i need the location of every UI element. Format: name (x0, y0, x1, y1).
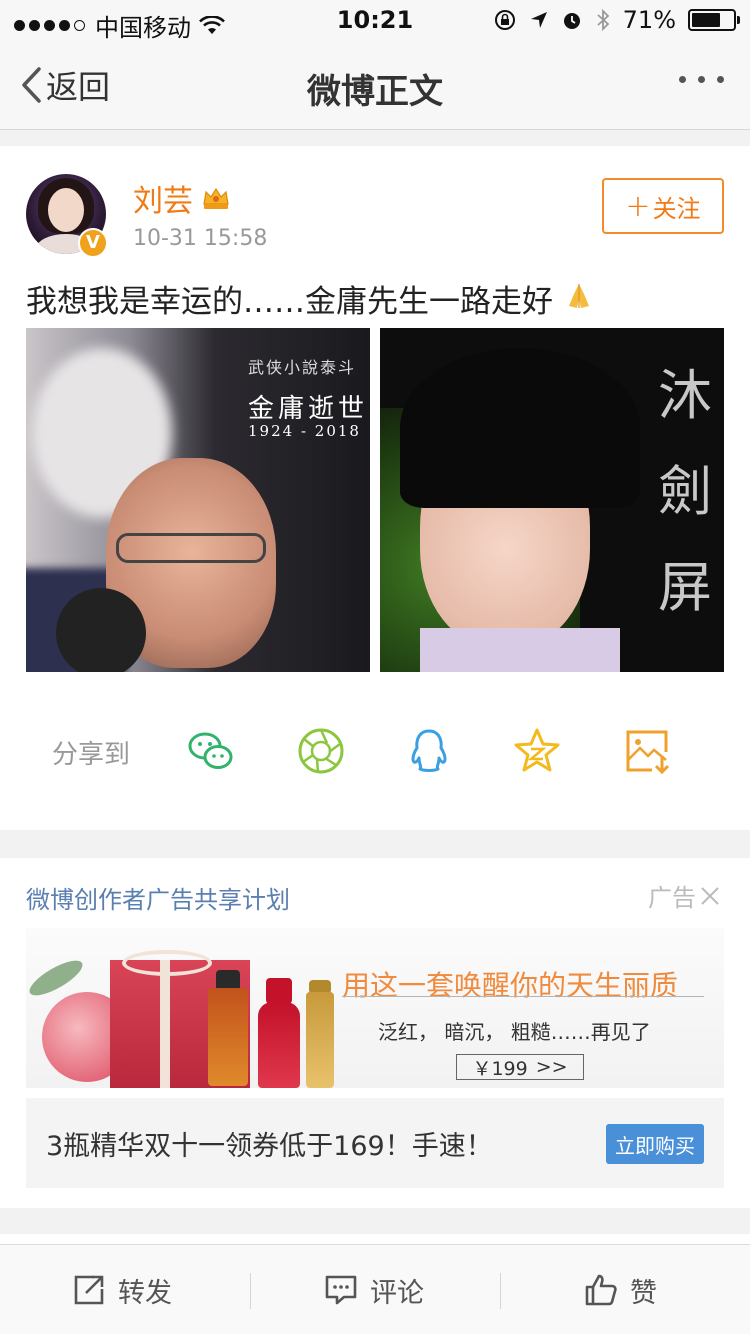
avatar-face (48, 188, 84, 232)
calligraphy-char: 屏 (658, 556, 712, 619)
praying-hands-icon (568, 284, 589, 308)
repost-icon (74, 1275, 104, 1305)
bottom-toolbar: 转发 评论 赞 (0, 1244, 750, 1334)
image-calligraphy: 沐 劍 屏 (650, 348, 720, 636)
post-time: 10-31 15:58 (133, 226, 268, 251)
share-row: 分享到 (0, 710, 750, 790)
post-text: 我想我是幸运的……金庸先生一路走好 (26, 284, 553, 320)
post-image-1[interactable]: 武侠小說泰斗 金庸逝世 1924 - 2018 (26, 328, 370, 672)
price-value: ￥199 (472, 1057, 528, 1080)
plus-icon: + (625, 188, 651, 224)
bottle-cap (266, 978, 292, 1004)
banner-divider (342, 996, 704, 997)
wechat-icon[interactable] (186, 726, 236, 776)
share-label: 分享到 (52, 740, 131, 770)
verified-badge-icon: V (78, 228, 108, 258)
qq-icon[interactable] (404, 726, 454, 776)
photo-microphone (56, 588, 146, 672)
ad-footer[interactable]: 3瓶精华双十一领券低于169！手速！ 立即购买 (26, 1098, 724, 1188)
next-card-edge (0, 1234, 750, 1244)
comment-label: 评论 (370, 1277, 424, 1309)
follow-button[interactable]: + 关注 (602, 178, 724, 234)
more-dot (717, 76, 724, 83)
repost-label: 转发 (118, 1277, 172, 1309)
username[interactable]: 刘芸 (133, 176, 193, 220)
ad-banner[interactable]: 用这一套唤醒你的天生丽质 泛红， 暗沉， 粗糙……再见了 ￥199 >> (26, 928, 724, 1088)
battery-icon (688, 9, 740, 31)
status-bar: 中国移动 10:21 71% (0, 0, 750, 42)
ad-text: 3瓶精华双十一领券低于169！手速！ (46, 1131, 493, 1162)
photo-hair (400, 348, 640, 508)
ad-card[interactable]: 微博创作者广告共享计划 广告 用这一套唤醒你的天生丽质 泛红， 暗沉， 粗糙……… (0, 858, 750, 1208)
banner-ribbon (160, 960, 170, 1088)
comment-button[interactable]: 评论 (324, 1245, 424, 1334)
image-caption-top: 武侠小說泰斗 (248, 358, 357, 377)
location-icon (530, 12, 547, 28)
like-label: 赞 (630, 1277, 657, 1309)
image-caption-years: 1924 - 2018 (248, 422, 361, 440)
photo-clothing (420, 628, 620, 672)
toolbar-divider (500, 1273, 501, 1309)
save-image-icon[interactable] (622, 726, 672, 776)
calligraphy-char: 劍 (658, 460, 712, 523)
page-title: 微博正文 (307, 72, 443, 112)
banner-subline: 泛红， 暗沉， 粗糙……再见了 (378, 1020, 651, 1044)
serum-bottle (258, 1002, 300, 1088)
bluetooth-icon (597, 8, 609, 32)
banner-price: ￥199 >> (456, 1054, 584, 1080)
navigation-bar: 返回 微博正文 (0, 40, 750, 130)
photo-glasses (116, 533, 266, 563)
calligraphy-char: 沐 (658, 364, 712, 427)
toolbar-divider (250, 1273, 251, 1309)
rotation-lock-icon (494, 10, 515, 30)
follow-label: 关注 (652, 194, 701, 223)
post-image-2[interactable]: 沐 劍 屏 (380, 328, 724, 672)
repost-button[interactable]: 转发 (72, 1245, 172, 1334)
ad-tag[interactable]: 广告 (648, 878, 720, 913)
battery-percent: 71% (622, 6, 676, 34)
ad-program-title[interactable]: 微博创作者广告共享计划 (26, 880, 290, 915)
post-text-row: 我想我是幸运的……金庸先生一路走好 (26, 276, 595, 321)
comment-icon (325, 1275, 357, 1305)
image-caption-title: 金庸逝世 (248, 394, 369, 424)
vip-crown-icon (203, 187, 229, 209)
alarm-icon (563, 13, 580, 29)
price-arrow: >> (535, 1056, 568, 1078)
thumbs-up-icon (585, 1274, 617, 1306)
serum-bottle (208, 988, 248, 1086)
battery-fill (692, 13, 721, 27)
qzone-icon[interactable] (512, 726, 562, 776)
more-dot (679, 76, 686, 83)
more-dot (698, 76, 705, 83)
more-button[interactable] (679, 76, 724, 83)
banner-headline: 用这一套唤醒你的天生丽质 (342, 969, 679, 1002)
ad-label: 广告 (648, 884, 696, 912)
close-icon[interactable] (700, 886, 720, 906)
moments-icon[interactable] (296, 726, 346, 776)
like-button[interactable]: 赞 (584, 1245, 657, 1334)
serum-bottle (306, 992, 334, 1088)
post-card: V 刘芸 10-31 15:58 + 关注 我想我是幸运的……金庸先生一路走好 … (0, 146, 750, 830)
username-row[interactable]: 刘芸 (133, 176, 231, 220)
banner-bow (122, 950, 212, 976)
buy-now-button[interactable]: 立即购买 (606, 1124, 704, 1164)
